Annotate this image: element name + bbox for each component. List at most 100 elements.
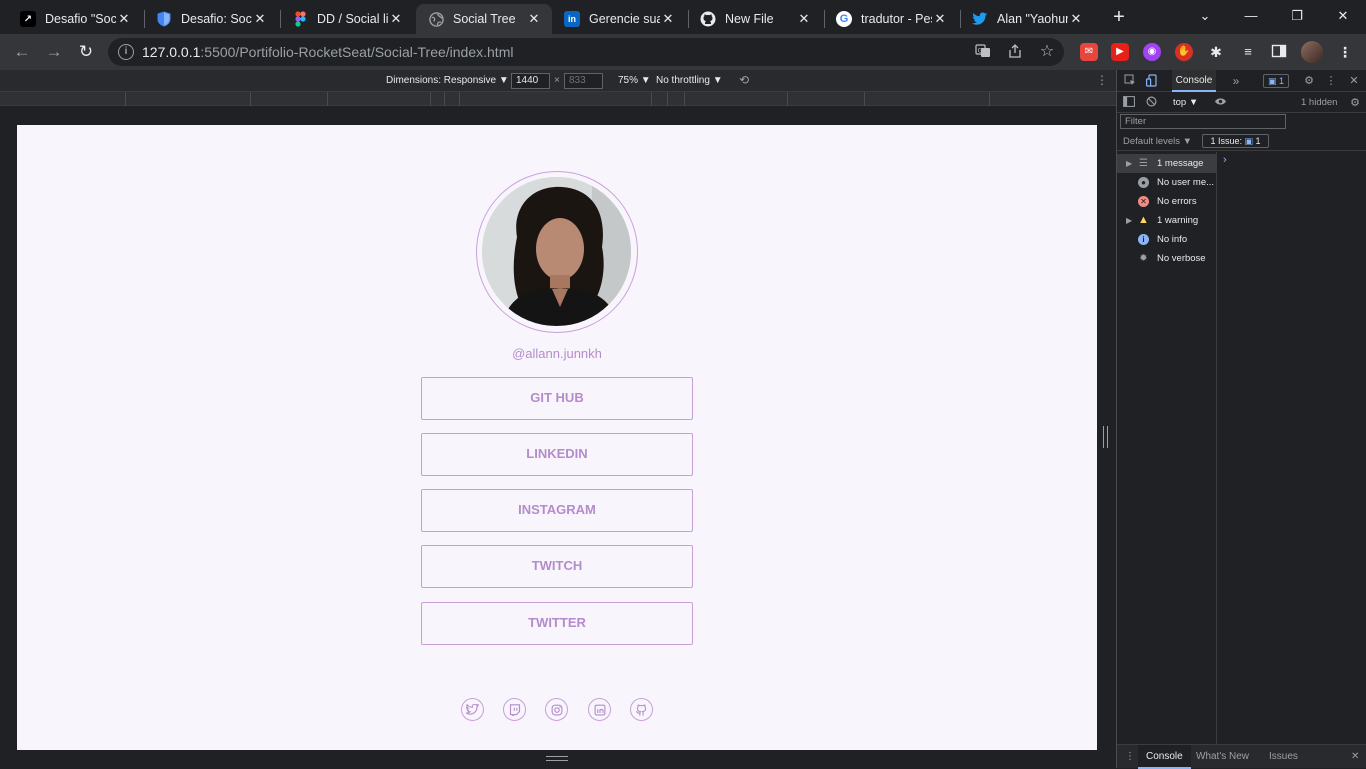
svg-text:G: G xyxy=(978,48,983,55)
twitch-link-button[interactable]: TWITCH xyxy=(421,545,693,588)
address-bar[interactable]: i 127.0.0.1:5500/Portifolio-RocketSeat/S… xyxy=(108,38,1064,66)
more-tabs-icon[interactable]: » xyxy=(1229,74,1243,88)
side-panel-icon[interactable] xyxy=(1270,43,1288,61)
expand-triangle-icon[interactable]: ▶ xyxy=(1126,211,1132,230)
back-button[interactable]: ← xyxy=(10,40,34,64)
close-icon[interactable]: ✕ xyxy=(116,11,132,27)
tab-title: tradutor - Pes xyxy=(861,12,932,26)
console-sidebar: ▶ ☰ 1 message ● No user me... ✕ No error… xyxy=(1117,152,1217,744)
address-url[interactable]: 127.0.0.1:5500/Portifolio-RocketSeat/Soc… xyxy=(142,44,513,60)
extension-mail-icon[interactable]: ✉ xyxy=(1080,43,1098,61)
drawer-menu-icon[interactable]: ⋮ xyxy=(1125,751,1135,762)
extension-purple-icon[interactable]: ◉ xyxy=(1143,43,1161,61)
inspect-element-icon[interactable] xyxy=(1123,74,1137,88)
drawer-tab-whats-new[interactable]: What's New xyxy=(1196,751,1249,762)
instagram-link-button[interactable]: INSTAGRAM xyxy=(421,489,693,532)
restore-button[interactable]: ❐ xyxy=(1274,4,1320,28)
close-icon[interactable]: ✕ xyxy=(526,11,542,27)
width-input[interactable]: 1440 xyxy=(511,73,550,89)
profile-avatar[interactable] xyxy=(1301,41,1323,63)
viewport-bottom-resize-handle[interactable] xyxy=(546,756,568,761)
sidebar-item-messages[interactable]: ▶ ☰ 1 message xyxy=(1117,154,1217,173)
dimensions-select[interactable]: Dimensions: Responsive ▼ xyxy=(386,75,509,86)
info-icon: i xyxy=(1138,234,1149,245)
instagram-social-icon[interactable] xyxy=(545,698,568,721)
close-icon[interactable]: ✕ xyxy=(252,11,268,27)
extensions-puzzle-icon[interactable]: ✱ xyxy=(1207,43,1225,61)
twitter-link-button[interactable]: TWITTER xyxy=(421,602,693,645)
tab-title: Gerencie sua xyxy=(589,12,660,26)
settings-gear-icon[interactable]: ⚙ xyxy=(1302,74,1316,88)
forward-button[interactable]: → xyxy=(42,40,66,64)
media-query-ruler xyxy=(0,92,1116,106)
tab-desafio-socia[interactable]: Desafio: Socia ✕ xyxy=(144,4,278,34)
tab-github-new-file[interactable]: New File ✕ xyxy=(688,4,822,34)
linkedin-social-icon[interactable] xyxy=(588,698,611,721)
close-icon[interactable]: ✕ xyxy=(932,11,948,27)
profile-photo-ring xyxy=(476,171,638,333)
sidebar-item-user-messages[interactable]: ● No user me... xyxy=(1117,173,1217,192)
tab-desafio-social[interactable]: ↗ Desafio "Soci ✕ xyxy=(8,4,142,34)
sidebar-item-info[interactable]: i No info xyxy=(1117,230,1217,249)
expand-triangle-icon[interactable]: ▶ xyxy=(1126,154,1132,173)
sidebar-item-warnings[interactable]: ▶ ▲ 1 warning xyxy=(1117,211,1217,230)
viewport-side-resize-handle[interactable] xyxy=(1103,426,1108,448)
close-drawer-icon[interactable]: ✕ xyxy=(1351,751,1359,762)
height-input[interactable]: 833 xyxy=(564,73,603,89)
extension-youtube-icon[interactable]: ▶ xyxy=(1111,43,1129,61)
zoom-select[interactable]: 75% ▼ xyxy=(618,75,651,86)
tab-tradutor[interactable]: G tradutor - Pes ✕ xyxy=(824,4,958,34)
tab-twitter[interactable]: Alan "Yaohura ✕ xyxy=(960,4,1094,34)
tab-strip: ↗ Desafio "Soci ✕ Desafio: Socia ✕ DD / … xyxy=(0,0,1366,34)
tab-social-tree[interactable]: Social Tree ✕ xyxy=(416,4,552,34)
throttling-select[interactable]: No throttling ▼ xyxy=(656,75,723,86)
tab-figma[interactable]: DD / Social lin ✕ xyxy=(280,4,414,34)
device-toggle-icon[interactable] xyxy=(1145,74,1159,88)
close-icon[interactable]: ✕ xyxy=(796,11,812,27)
kebab-menu-icon[interactable]: ⋮ xyxy=(1336,43,1354,61)
console-settings-gear-icon[interactable]: ⚙ xyxy=(1348,96,1362,110)
devtools-menu-icon[interactable]: ⋮ xyxy=(1324,74,1338,88)
github-link-button[interactable]: GIT HUB xyxy=(421,377,693,420)
close-icon[interactable]: ✕ xyxy=(660,11,676,27)
list-icon: ☰ xyxy=(1139,158,1148,169)
close-icon[interactable]: ✕ xyxy=(1068,11,1084,27)
eye-icon[interactable] xyxy=(1213,96,1227,110)
devtools-panel: Console » ▣ 1 ⚙ ⋮ ✕ top ▼ 1 hidden ⚙ Fil… xyxy=(1116,70,1366,769)
issues-counter[interactable]: 1 Issue: ▣ 1 xyxy=(1202,134,1269,148)
share-icon[interactable] xyxy=(1006,43,1024,61)
sidebar-toggle-icon[interactable] xyxy=(1122,96,1136,110)
filter-input[interactable]: Filter xyxy=(1120,114,1286,129)
site-info-icon[interactable]: i xyxy=(118,44,134,60)
sidebar-item-verbose[interactable]: ✹ No verbose xyxy=(1117,249,1217,268)
rotate-icon[interactable]: ⟲ xyxy=(739,73,749,87)
new-tab-button[interactable]: + xyxy=(1108,6,1130,28)
translate-icon[interactable]: G xyxy=(974,43,992,61)
github-social-icon[interactable] xyxy=(630,698,653,721)
console-prompt[interactable]: › xyxy=(1223,154,1227,166)
minimize-button[interactable]: — xyxy=(1228,4,1274,28)
extension-hand-icon[interactable]: ✋ xyxy=(1175,43,1193,61)
bookmark-star-icon[interactable]: ☆ xyxy=(1038,43,1056,61)
social-tree-page: @allann.junnkh GIT HUB LINKEDIN INSTAGRA… xyxy=(17,125,1097,750)
linkedin-link-button[interactable]: LINKEDIN xyxy=(421,433,693,476)
drawer-tab-console[interactable]: Console xyxy=(1138,745,1191,769)
twitch-social-icon[interactable] xyxy=(503,698,526,721)
device-more-icon[interactable]: ⋮ xyxy=(1096,73,1108,87)
drawer-tab-issues[interactable]: Issues xyxy=(1269,751,1298,762)
tab-linkedin[interactable]: in Gerencie sua ✕ xyxy=(552,4,686,34)
log-levels-select[interactable]: Default levels ▼ xyxy=(1123,136,1192,147)
rocketseat-icon: ↗ xyxy=(20,11,36,27)
reload-button[interactable]: ↻ xyxy=(74,40,98,64)
tab-search-chevron-icon[interactable]: ⌄ xyxy=(1182,4,1228,28)
close-devtools-icon[interactable]: ✕ xyxy=(1347,74,1361,88)
close-icon[interactable]: ✕ xyxy=(388,11,404,27)
devtools-tab-console[interactable]: Console xyxy=(1172,70,1216,92)
sidebar-item-errors[interactable]: ✕ No errors xyxy=(1117,192,1217,211)
clear-console-icon[interactable] xyxy=(1144,96,1158,110)
twitter-social-icon[interactable] xyxy=(461,698,484,721)
media-queue-icon[interactable]: ≡ xyxy=(1239,43,1257,61)
issues-badge[interactable]: ▣ 1 xyxy=(1263,74,1289,88)
close-window-button[interactable]: ✕ xyxy=(1320,4,1366,28)
context-select[interactable]: top ▼ xyxy=(1173,97,1198,108)
